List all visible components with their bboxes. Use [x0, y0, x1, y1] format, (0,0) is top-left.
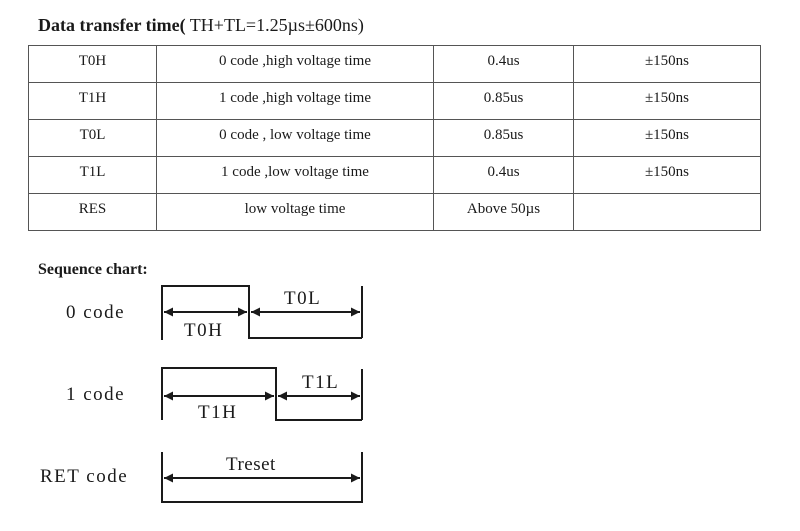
label-treset: Treset	[226, 454, 276, 475]
label-t1l: T1L	[302, 372, 339, 393]
label-t0l: T0L	[284, 288, 321, 309]
sequence-diagram: T0H T0L T1H T1L Treset	[161, 285, 363, 503]
label-t0h: T0H	[184, 320, 223, 341]
label-t1h: T1H	[198, 402, 237, 423]
